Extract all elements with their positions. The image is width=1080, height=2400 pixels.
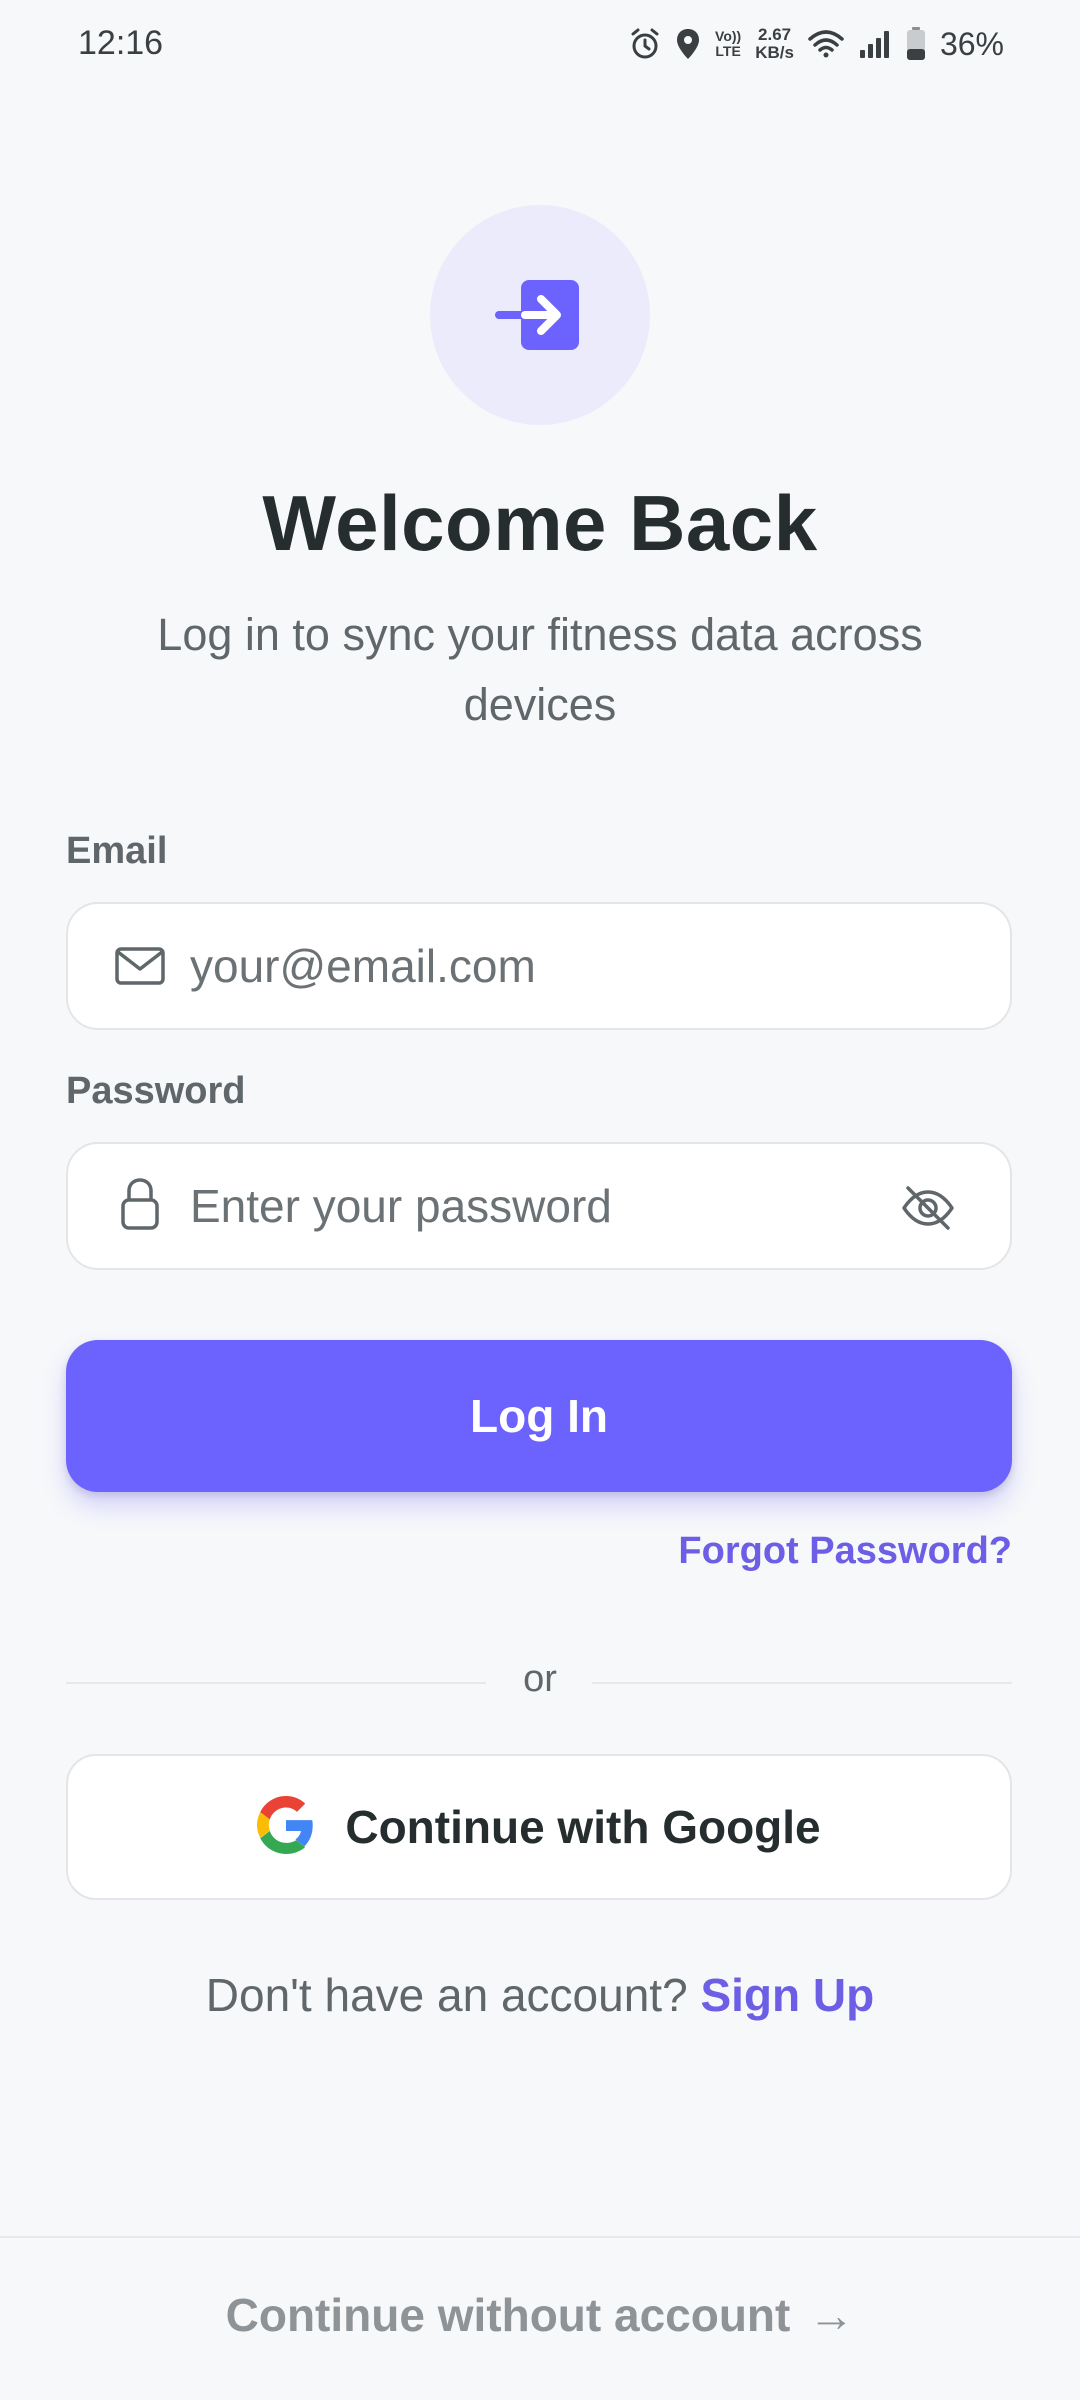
forgot-password-link[interactable]: Forgot Password? xyxy=(678,1530,1012,1573)
bottom-divider xyxy=(0,2236,1080,2238)
divider-left xyxy=(66,1682,486,1684)
location-icon xyxy=(675,27,701,61)
continue-without-label: Continue without account xyxy=(225,2289,791,2341)
volte-top-text: Vo)) xyxy=(715,28,742,44)
status-icons: Vo)) LTE 2.67 KB/s 36% xyxy=(629,22,1004,66)
battery-icon xyxy=(906,27,926,61)
net-speed-unit: KB/s xyxy=(755,43,794,62)
divider-right xyxy=(592,1682,1012,1684)
alarm-icon xyxy=(629,27,661,61)
arrow-right-icon: → xyxy=(808,2289,855,2341)
status-time: 12:16 xyxy=(78,24,164,62)
volte-icon: Vo)) LTE xyxy=(715,29,741,59)
email-field[interactable] xyxy=(190,926,910,1006)
net-speed: 2.67 KB/s xyxy=(755,26,794,62)
signup-link[interactable]: Sign Up xyxy=(700,1969,874,2021)
divider-text: or xyxy=(523,1658,557,1700)
battery-percent: 36% xyxy=(939,25,1004,62)
login-hero-circle xyxy=(430,205,650,425)
google-button-label: Continue with Google xyxy=(345,1801,821,1853)
signup-row: Don't have an account? Sign Up xyxy=(0,1968,1080,2022)
continue-without-account-button[interactable]: Continue without account → xyxy=(0,2288,1080,2342)
mail-icon xyxy=(114,940,166,997)
google-signin-button[interactable]: Continue with Google xyxy=(66,1754,1012,1900)
lock-icon xyxy=(114,1178,166,1237)
password-field[interactable] xyxy=(190,1166,910,1246)
password-field-container[interactable] xyxy=(66,1142,1012,1270)
wifi-icon xyxy=(808,29,844,59)
login-arrow-icon xyxy=(495,280,579,350)
status-bar: 12:16 Vo)) LTE 2.67 KB/s 36% xyxy=(0,0,1080,90)
password-label: Password xyxy=(66,1070,246,1112)
google-icon xyxy=(257,1795,315,1859)
page-title: Welcome Back xyxy=(262,479,818,567)
signal-icon xyxy=(858,29,892,59)
eye-off-icon[interactable] xyxy=(900,1184,956,1237)
login-button[interactable]: Log In xyxy=(66,1340,1012,1492)
email-field-container[interactable] xyxy=(66,902,1012,1030)
net-speed-value: 2.67 xyxy=(758,25,792,44)
volte-bottom-text: LTE xyxy=(715,43,741,59)
signup-prompt: Don't have an account? xyxy=(205,1969,688,2021)
email-label: Email xyxy=(66,830,168,872)
page-subtitle: Log in to sync your fitness data across … xyxy=(157,609,923,730)
